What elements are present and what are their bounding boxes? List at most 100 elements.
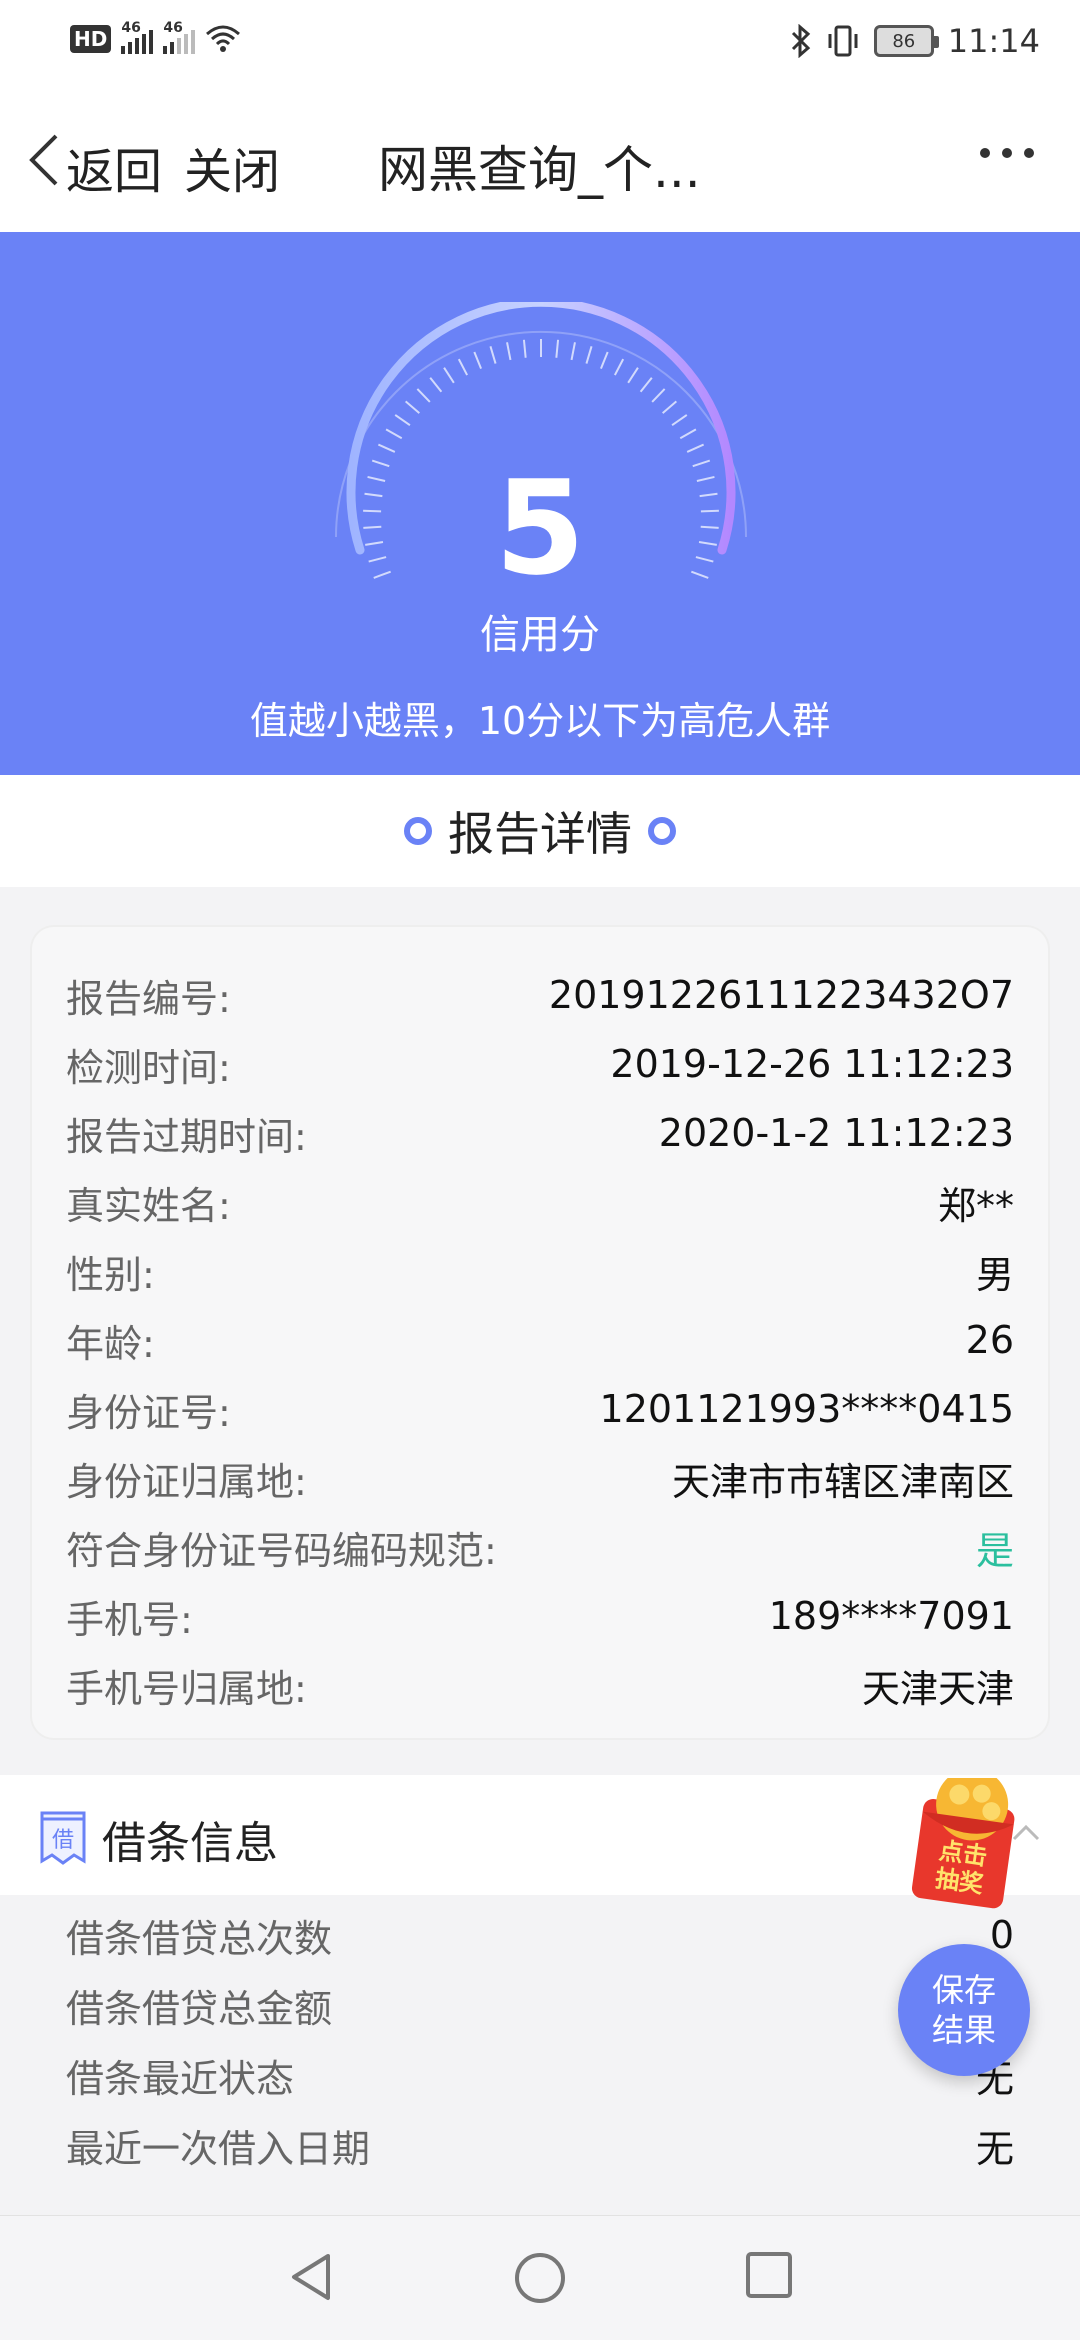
row-label: 真实姓名: — [66, 1183, 231, 1228]
row-label: 符合身份证号码编码规范: — [66, 1528, 497, 1573]
score-value: 5 — [494, 452, 586, 604]
row-label: 报告过期时间: — [66, 1114, 307, 1159]
gauge-tick — [404, 400, 420, 414]
row-value: 男 — [975, 1252, 1014, 1297]
vibrate-icon — [828, 25, 858, 57]
report-row: 报告过期时间: 2020-1-2 11:12:23 — [66, 1103, 1014, 1163]
row-label: 身份证号: — [66, 1390, 231, 1435]
save-label-1: 保存 — [931, 1971, 996, 2009]
row-value: 189****7091 — [768, 1594, 1014, 1638]
gauge-tick — [600, 351, 609, 370]
row-label: 借条借贷总金额 — [66, 1986, 333, 2031]
gauge-tick — [522, 339, 527, 358]
ring-icon — [404, 817, 432, 845]
row-label: 年龄: — [66, 1321, 155, 1366]
wifi-icon — [206, 25, 241, 52]
report-details-card: 报告编号: 20191226111223432O7 检测时间: 2019-12-… — [30, 925, 1050, 1740]
gauge-tick — [394, 414, 411, 427]
nav-home-circle-icon[interactable] — [512, 2250, 568, 2306]
gauge-tick — [639, 377, 653, 393]
row-value: 2020-1-2 11:12:23 — [658, 1111, 1014, 1155]
loan-row: 借条借贷总金额 0 — [66, 1975, 1014, 2035]
status-bar: HD 46 46 86 11:14 — [0, 0, 1080, 90]
loan-row: 借条借贷总次数 0 — [66, 1905, 1014, 1965]
more-icon[interactable] — [980, 148, 1034, 158]
gauge-tick — [555, 339, 560, 358]
lottery-red-envelope-icon[interactable]: 点击 抽奖 — [908, 1778, 1024, 1910]
report-row: 检测时间: 2019-12-26 11:12:23 — [66, 1034, 1014, 1094]
status-right: 86 11:14 — [790, 22, 1040, 60]
gauge-tick — [585, 346, 593, 364]
gauge-tick — [416, 388, 431, 403]
nav-bar: 返回 关闭 网黑查询_个... — [0, 90, 1080, 232]
chevron-left-icon[interactable] — [22, 130, 66, 190]
battery-icon: 86 — [873, 25, 939, 57]
report-row: 真实姓名: 郑** — [66, 1172, 1014, 1232]
nav-back-triangle-icon[interactable] — [286, 2250, 336, 2304]
row-value: 2019-12-26 11:12:23 — [610, 1042, 1014, 1086]
signal-icon: 46 — [121, 20, 154, 54]
battery-level: 86 — [892, 30, 916, 52]
gauge-tick — [506, 342, 512, 361]
gauge-tick — [627, 367, 639, 384]
hd-badge: HD — [70, 25, 112, 53]
back-button[interactable]: 返回 — [66, 132, 162, 202]
loan-title: 借条信息 — [102, 1818, 278, 1869]
loan-icon-char: 借 — [52, 1828, 74, 1853]
row-value: 1201121993****0415 — [599, 1387, 1014, 1431]
row-label: 检测时间: — [66, 1045, 231, 1090]
gauge-tick — [686, 443, 705, 453]
report-row: 身份证归属地: 天津市市辖区津南区 — [66, 1448, 1014, 1508]
gauge-tick — [662, 400, 678, 414]
sim1-label: 46 — [121, 20, 141, 36]
sim2-label: 46 — [163, 20, 183, 36]
report-section-header: 报告详情 — [0, 775, 1080, 887]
row-value: 天津市市辖区津南区 — [671, 1459, 1014, 1504]
report-row: 符合身份证号码编码规范: 是 — [66, 1517, 1014, 1577]
report-row: 报告编号: 20191226111223432O7 — [66, 965, 1014, 1025]
close-button[interactable]: 关闭 — [184, 132, 280, 202]
row-label: 性别: — [66, 1252, 155, 1297]
row-label: 手机号归属地: — [66, 1666, 307, 1711]
credit-score-panel: 5 信用分 值越小越黑，10分以下为高危人群 — [0, 232, 1080, 775]
gauge-tick — [651, 388, 666, 403]
report-title: 报告详情 — [448, 807, 632, 861]
loan-row: 借条最近状态 无 — [66, 2045, 1014, 2105]
gauge-tick — [377, 443, 396, 453]
gauge-tick — [570, 342, 576, 361]
save-label-2: 结果 — [931, 2011, 996, 2049]
gauge-tick — [613, 358, 625, 376]
report-row: 手机号: 189****7091 — [66, 1586, 1014, 1646]
bluetooth-icon — [791, 24, 810, 58]
row-label: 手机号: — [66, 1597, 193, 1642]
nav-recent-square-icon[interactable] — [744, 2250, 794, 2300]
row-label: 最近一次借入日期 — [66, 2126, 371, 2171]
gauge-tick — [443, 367, 455, 384]
report-row: 手机号归属地: 天津天津 — [66, 1655, 1014, 1715]
score-note: 值越小越黑，10分以下为高危人群 — [249, 699, 831, 743]
row-value: 20191226111223432O7 — [548, 973, 1014, 1017]
status-left: HD 46 46 — [70, 20, 241, 54]
gauge-tick — [385, 428, 403, 440]
row-value: 26 — [965, 1318, 1014, 1362]
ring-icon — [648, 817, 676, 845]
report-row: 身份证号: 1201121993****0415 — [66, 1379, 1014, 1439]
row-label: 借条最近状态 — [66, 2056, 295, 2101]
row-value: 郑** — [937, 1183, 1014, 1228]
loan-row: 最近一次借入日期 无 — [66, 2115, 1014, 2175]
gauge-tick — [489, 346, 497, 364]
score-label: 信用分 — [480, 612, 600, 658]
row-value: 天津天津 — [861, 1666, 1014, 1711]
gauge-tick — [679, 428, 697, 440]
row-value: 无 — [975, 2126, 1014, 2171]
row-label: 报告编号: — [66, 976, 231, 1021]
loan-note-icon: 借 — [40, 1811, 86, 1865]
gauge-tick — [429, 377, 443, 393]
report-row: 年龄: 26 — [66, 1310, 1014, 1370]
clock: 11:14 — [947, 22, 1040, 60]
gauge-tick — [671, 414, 688, 427]
row-label: 借条借贷总次数 — [66, 1916, 333, 1961]
gauge-tick — [473, 351, 482, 370]
report-row: 性别: 男 — [66, 1241, 1014, 1301]
save-result-button[interactable]: 保存 结果 — [898, 1944, 1030, 2076]
